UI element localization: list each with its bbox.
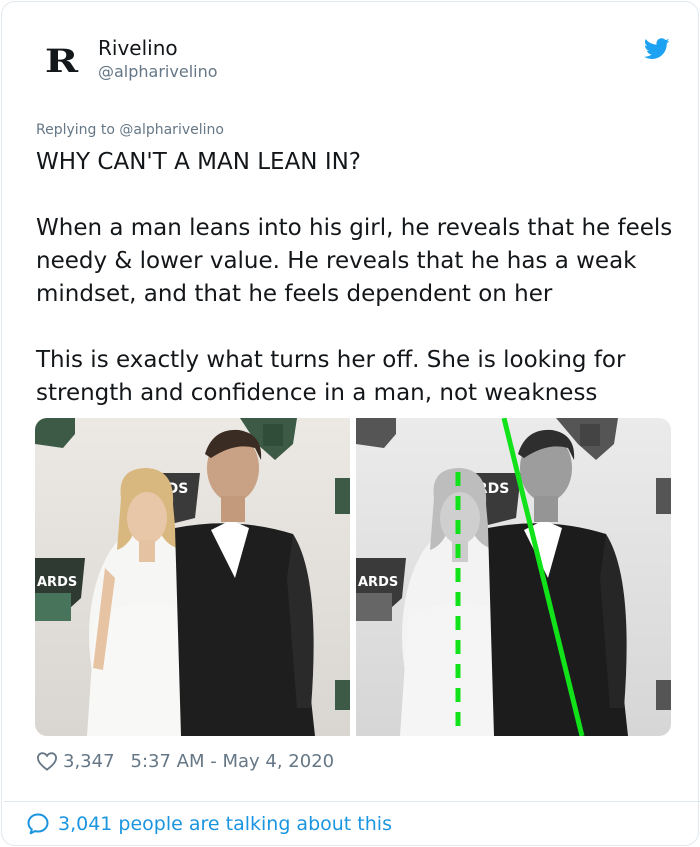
avatar-logo: R [44, 42, 78, 80]
tweet-meta: 3,347 5:37 AM - May 4, 2020 [36, 748, 334, 774]
tweet-header: R Rivelino @alpharivelino [36, 34, 676, 84]
reply-context[interactable]: Replying to @alpharivelino [36, 122, 224, 138]
photo-annotated[interactable]: ARDS ARDS [356, 418, 671, 736]
tweet-card: R Rivelino @alpharivelino Replying to @a… [1, 1, 700, 846]
backdrop-text-right-2: ARDS [358, 575, 398, 590]
conversation-text: 3,041 people are talking about this [58, 813, 392, 835]
heart-icon[interactable] [36, 751, 58, 771]
like-count[interactable]: 3,347 [63, 751, 115, 772]
author-handle[interactable]: @alpharivelino [98, 62, 218, 81]
tweet-body: WHY CAN'T A MAN LEAN IN? When a man lean… [36, 146, 676, 410]
photo-original[interactable]: ARDS ARDS [35, 418, 350, 736]
tweet-paragraph-2: This is exactly what turns her off. She … [36, 347, 626, 406]
tweet-headline: WHY CAN'T A MAN LEAN IN? [36, 149, 362, 175]
twitter-bird-icon[interactable] [644, 38, 670, 60]
avatar[interactable]: R [36, 42, 84, 80]
tweet-media: ARDS ARDS ARDS [35, 418, 671, 736]
tweet-paragraph-1: When a man leans into his girl, he revea… [36, 215, 673, 307]
author-name[interactable]: Rivelino [98, 36, 178, 60]
timestamp[interactable]: 5:37 AM - May 4, 2020 [131, 751, 335, 772]
conversation-link[interactable]: 3,041 people are talking about this [26, 810, 392, 838]
backdrop-text-left-2: ARDS [37, 575, 77, 590]
divider [4, 801, 700, 802]
speech-bubble-icon [27, 813, 49, 835]
